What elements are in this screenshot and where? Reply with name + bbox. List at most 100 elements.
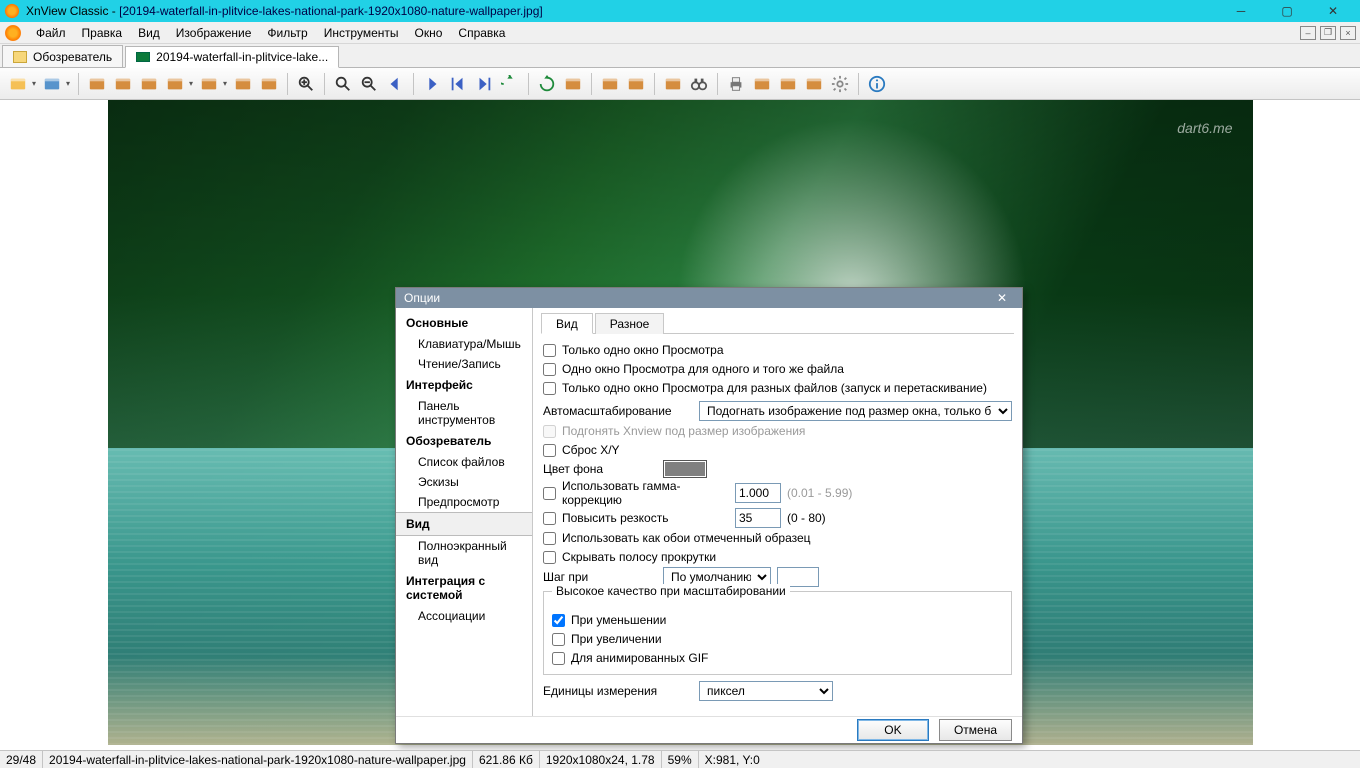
last-icon[interactable] [472,72,496,96]
hex-icon[interactable] [257,72,281,96]
print-icon[interactable] [724,72,748,96]
slideshow-icon[interactable] [163,72,187,96]
nav-Список файлов[interactable]: Список файлов [396,452,532,472]
chk-gamma[interactable]: Использовать гамма-коррекцию [543,479,729,507]
nav-Клавиатура/Мышь[interactable]: Клавиатура/Мышь [396,334,532,354]
mdi-minimize[interactable]: ‒ [1300,26,1316,40]
save-dropdown[interactable]: ▾ [64,79,72,88]
next-icon[interactable] [420,72,444,96]
prev-icon[interactable] [383,72,407,96]
chk-sharpen[interactable]: Повысить резкость [543,511,729,525]
chk-hq-gif[interactable]: Для анимированных GIF [552,651,708,665]
select-autozoom[interactable]: Подогнать изображение под размер окна, т… [699,401,1012,421]
menu-Правка[interactable]: Правка [74,24,131,42]
label: При увеличении [571,632,662,646]
menu-Вид[interactable]: Вид [130,24,168,42]
nav-Основные[interactable]: Основные [396,312,532,334]
nav-Обозреватель[interactable]: Обозреватель [396,430,532,452]
folder-open-icon[interactable] [6,72,30,96]
fit-screen-icon[interactable] [561,72,585,96]
nav-Предпросмотр[interactable]: Предпросмотр [396,492,532,512]
mdi-restore[interactable]: ❐ [1320,26,1336,40]
label: Одно окно Просмотра для одного и того же… [562,362,844,376]
mdi-close[interactable]: × [1340,26,1356,40]
label-step: Шаг при [543,570,657,584]
toolbar-separator [287,73,288,95]
dialog-content: Вид Разное Только одно окно Просмотра Од… [533,308,1022,716]
save-icon[interactable] [40,72,64,96]
label: Использовать как обои отмеченный образец [562,531,811,545]
tab-image[interactable]: 20194-waterfall-in-plitvice-lake... [125,46,339,68]
label: Использовать гамма-коррекцию [562,479,729,507]
zoom-in-icon[interactable] [294,72,318,96]
select-units[interactable]: пиксел [699,681,833,701]
toolbar-separator [858,73,859,95]
title-prefix: XnView Classic - [26,4,119,18]
title-filename: [20194-waterfall-in-plitvice-lakes-natio… [119,4,543,18]
scan-icon[interactable] [137,72,161,96]
chk-hq-up[interactable]: При увеличении [552,632,662,646]
chk-reset-xy[interactable]: Сброс X/Y [543,443,620,457]
set-wallpaper-icon[interactable] [750,72,774,96]
capture-options-icon[interactable] [197,72,221,96]
tab-browser[interactable]: Обозреватель [2,45,123,67]
folder-open-dropdown[interactable]: ▾ [30,79,38,88]
slideshow-dropdown[interactable]: ▾ [187,79,195,88]
crop-selection-icon[interactable] [624,72,648,96]
info-icon[interactable] [865,72,889,96]
binoculars-icon[interactable] [687,72,711,96]
field-gamma[interactable] [735,483,781,503]
menu-Фильтр[interactable]: Фильтр [259,24,315,42]
menu-Изображение[interactable]: Изображение [168,24,260,42]
properties-icon[interactable] [776,72,800,96]
chk-only-one-view[interactable]: Только одно окно Просмотра [543,343,724,357]
menu-Справка[interactable]: Справка [450,24,513,42]
nav-Эскизы[interactable]: Эскизы [396,472,532,492]
inner-tab-view[interactable]: Вид [541,313,593,334]
status-coords: X:981, Y:0 [699,751,766,768]
select-all-icon[interactable] [661,72,685,96]
compare-icon[interactable] [231,72,255,96]
window-close[interactable]: ✕ [1310,0,1356,22]
nav-Чтение/Запись[interactable]: Чтение/Запись [396,354,532,374]
fit-window-icon[interactable] [598,72,622,96]
nav-Полноэкранный вид[interactable]: Полноэкранный вид [396,536,532,570]
nav-Интеграция с системой[interactable]: Интеграция с системой [396,570,532,606]
image-viewport[interactable]: dart6.me Опции ✕ ОсновныеКлавиатура/Мышь… [0,100,1360,750]
menu-Файл[interactable]: Файл [28,24,74,42]
dialog-close[interactable]: ✕ [990,288,1014,308]
chk-one-view-same-file[interactable]: Одно окно Просмотра для одного и того же… [543,362,844,376]
chk-hide-scroll[interactable]: Скрывать полосу прокрутки [543,550,716,564]
capture-options-dropdown[interactable]: ▾ [221,79,229,88]
chk-wallpaper-sample[interactable]: Использовать как обои отмеченный образец [543,531,811,545]
status-filename: 20194-waterfall-in-plitvice-lakes-nation… [43,751,473,768]
settings-icon[interactable] [828,72,852,96]
chk-one-view-diff-files[interactable]: Только одно окно Просмотра для разных фа… [543,381,987,395]
field-sharpen[interactable] [735,508,781,528]
menu-Инструменты[interactable]: Инструменты [316,24,407,42]
ok-button[interactable]: OK [857,719,929,741]
label: Скрывать полосу прокрутки [562,550,716,564]
nav-Панель инструментов[interactable]: Панель инструментов [396,396,532,430]
window-minimize[interactable]: ─ [1218,0,1264,22]
convert-icon[interactable] [111,72,135,96]
dialog-titlebar[interactable]: Опции ✕ [396,288,1022,308]
rotate-ccw-icon[interactable] [498,72,522,96]
save-page-icon[interactable] [85,72,109,96]
menu-Окно[interactable]: Окно [407,24,451,42]
first-icon[interactable] [446,72,470,96]
zoom-out-icon[interactable] [357,72,381,96]
toolbar-separator [717,73,718,95]
window-maximize[interactable]: ▢ [1264,0,1310,22]
inner-tab-misc[interactable]: Разное [595,313,665,334]
bgcolor-swatch[interactable] [663,460,707,478]
cancel-button[interactable]: Отмена [939,719,1012,741]
zoom-fit-icon[interactable] [331,72,355,96]
label-autozoom: Автомасштабирование [543,404,693,418]
chk-hq-down[interactable]: При уменьшении [552,613,666,627]
rotate-cw-icon[interactable] [535,72,559,96]
nav-Ассоциации[interactable]: Ассоциации [396,606,532,626]
nav-Интерфейс[interactable]: Интерфейс [396,374,532,396]
camera-capture-icon[interactable] [802,72,826,96]
nav-Вид[interactable]: Вид [396,512,532,536]
